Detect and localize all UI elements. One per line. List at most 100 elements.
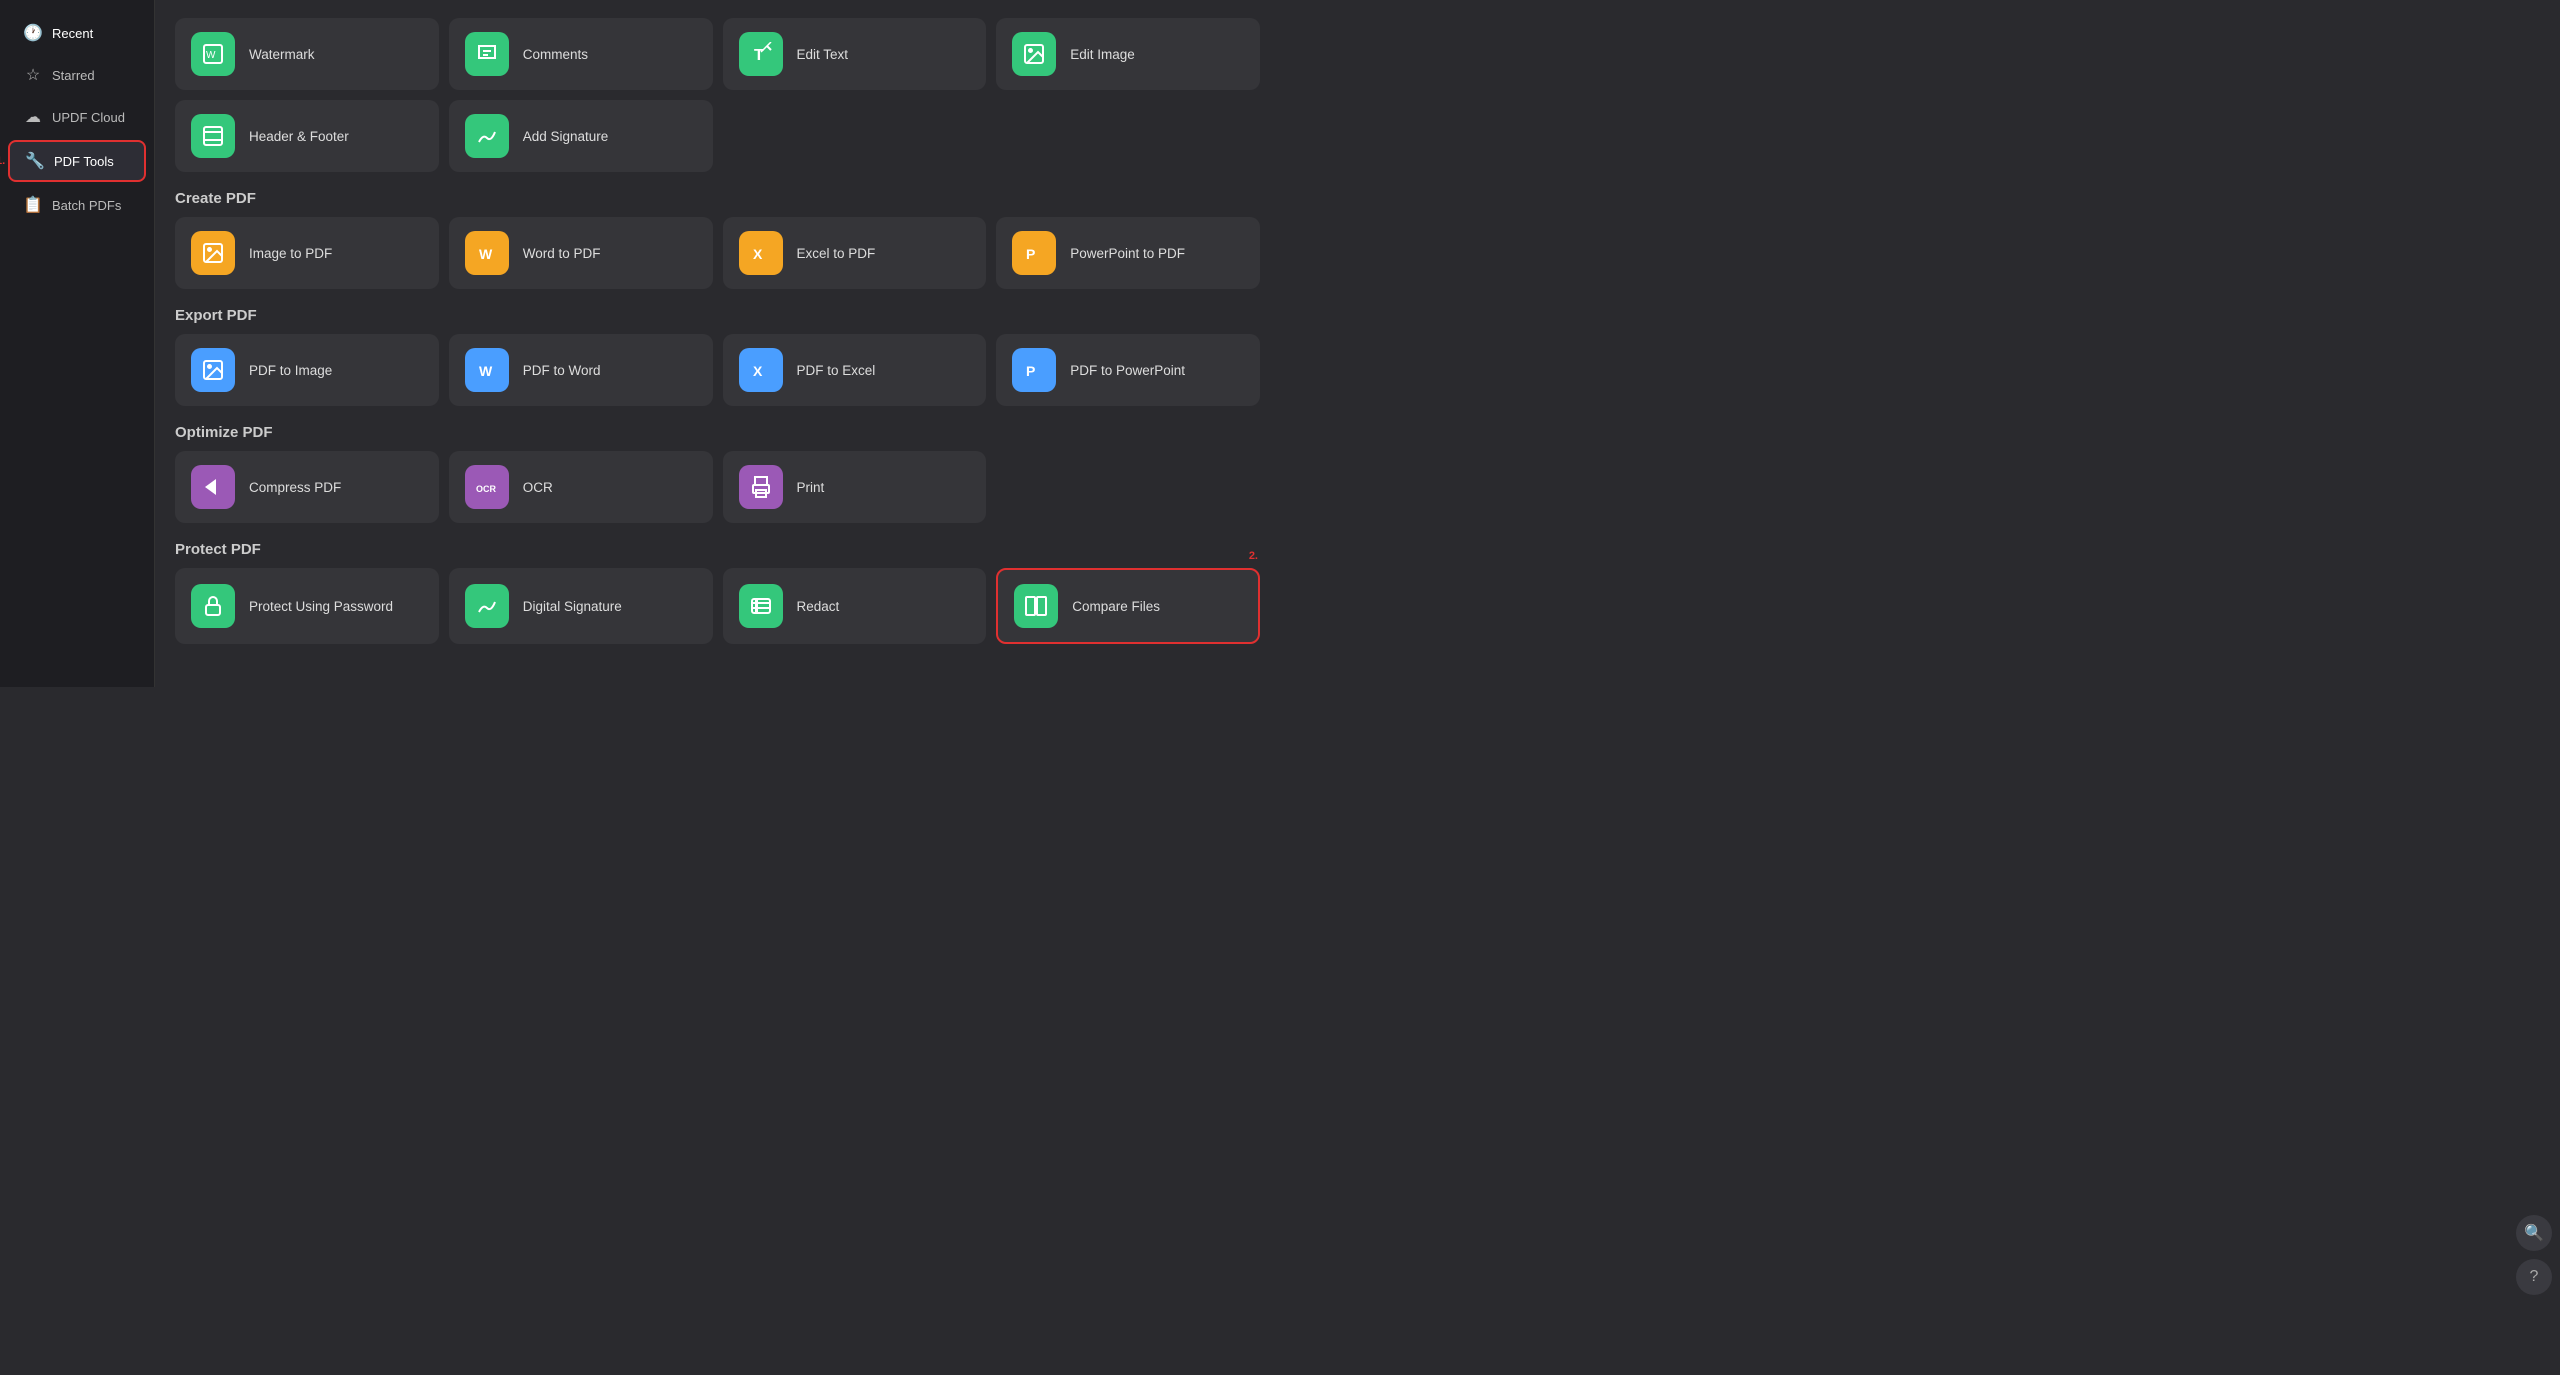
redact-label: Redact bbox=[797, 599, 840, 614]
pdf-to-word-icon: W bbox=[465, 348, 509, 392]
annotation-2-label: 2. bbox=[1249, 550, 1258, 562]
svg-text:P: P bbox=[1026, 246, 1035, 262]
svg-text:W: W bbox=[206, 50, 216, 61]
edit-pdf-grid: W Watermark Comments T Edit Text bbox=[175, 18, 1260, 90]
tool-comments[interactable]: Comments bbox=[449, 18, 713, 90]
floating-buttons: 🔍 ? bbox=[2516, 1215, 2552, 1295]
protect-pdf-grid: Protect Using Password Digital Signature… bbox=[175, 568, 1260, 644]
compress-pdf-label: Compress PDF bbox=[249, 480, 341, 495]
sidebar-item-updf-cloud[interactable]: ☁ UPDF Cloud bbox=[8, 98, 146, 136]
main-content: W Watermark Comments T Edit Text bbox=[155, 0, 1280, 687]
protect-password-label: Protect Using Password bbox=[249, 599, 393, 614]
sidebar-item-label: Starred bbox=[52, 68, 95, 83]
tool-compare-files[interactable]: Compare Files bbox=[996, 568, 1260, 644]
edit-image-label: Edit Image bbox=[1070, 47, 1135, 62]
svg-text:X: X bbox=[753, 363, 763, 379]
excel-to-pdf-icon: X bbox=[739, 231, 783, 275]
create-pdf-title: Create PDF bbox=[175, 190, 1260, 207]
svg-text:P: P bbox=[1026, 363, 1035, 379]
protect-password-icon bbox=[191, 584, 235, 628]
ppt-to-pdf-icon: P bbox=[1012, 231, 1056, 275]
sidebar-item-starred[interactable]: ☆ Starred bbox=[8, 56, 146, 94]
tool-pdf-to-ppt[interactable]: P PDF to PowerPoint bbox=[996, 334, 1260, 406]
sidebar-item-label: Batch PDFs bbox=[52, 198, 121, 213]
digital-signature-label: Digital Signature bbox=[523, 599, 622, 614]
tool-redact[interactable]: Redact bbox=[723, 568, 987, 644]
sidebar-item-recent[interactable]: 🕐 Recent bbox=[8, 14, 146, 52]
edit-text-label: Edit Text bbox=[797, 47, 849, 62]
pdf-to-image-icon bbox=[191, 348, 235, 392]
sidebar-item-pdf-tools[interactable]: 🔧 PDF Tools bbox=[8, 140, 146, 182]
excel-to-pdf-label: Excel to PDF bbox=[797, 246, 876, 261]
star-icon: ☆ bbox=[24, 66, 42, 84]
annotation-1-label: 1. bbox=[0, 155, 5, 167]
redact-icon bbox=[739, 584, 783, 628]
word-to-pdf-label: Word to PDF bbox=[523, 246, 601, 261]
compare-files-icon bbox=[1014, 584, 1058, 628]
pdf-to-image-label: PDF to Image bbox=[249, 363, 332, 378]
tool-excel-to-pdf[interactable]: X Excel to PDF bbox=[723, 217, 987, 289]
print-label: Print bbox=[797, 480, 825, 495]
pdf-to-excel-label: PDF to Excel bbox=[797, 363, 876, 378]
pdf-to-ppt-label: PDF to PowerPoint bbox=[1070, 363, 1185, 378]
tool-pdf-to-image[interactable]: PDF to Image bbox=[175, 334, 439, 406]
sidebar-item-batch-pdfs[interactable]: 📋 Batch PDFs bbox=[8, 186, 146, 224]
image-to-pdf-label: Image to PDF bbox=[249, 246, 332, 261]
tool-pdf-to-excel[interactable]: X PDF to Excel bbox=[723, 334, 987, 406]
comments-label: Comments bbox=[523, 47, 588, 62]
tool-ppt-to-pdf[interactable]: P PowerPoint to PDF bbox=[996, 217, 1260, 289]
pdf-to-word-label: PDF to Word bbox=[523, 363, 601, 378]
protect-pdf-title: Protect PDF bbox=[175, 541, 1260, 558]
add-signature-icon bbox=[465, 114, 509, 158]
comments-icon bbox=[465, 32, 509, 76]
header-footer-icon bbox=[191, 114, 235, 158]
pdf-to-excel-icon: X bbox=[739, 348, 783, 392]
watermark-icon: W bbox=[191, 32, 235, 76]
tool-digital-signature[interactable]: Digital Signature bbox=[449, 568, 713, 644]
help-float-button[interactable]: ? bbox=[2516, 1259, 2552, 1295]
compress-pdf-icon bbox=[191, 465, 235, 509]
edit-pdf-grid-2: Header & Footer Add Signature bbox=[175, 100, 1260, 172]
recent-icon: 🕐 bbox=[24, 24, 42, 42]
pdf-tools-icon: 🔧 bbox=[26, 152, 44, 170]
sidebar-item-label: PDF Tools bbox=[54, 154, 114, 169]
sidebar-item-label: Recent bbox=[52, 26, 93, 41]
tool-add-signature[interactable]: Add Signature bbox=[449, 100, 713, 172]
sidebar: 🕐 Recent ☆ Starred ☁ UPDF Cloud 1. 🔧 PDF… bbox=[0, 0, 155, 687]
digital-signature-icon bbox=[465, 584, 509, 628]
search-float-button[interactable]: 🔍 bbox=[2516, 1215, 2552, 1251]
word-to-pdf-icon: W bbox=[465, 231, 509, 275]
sidebar-item-label: UPDF Cloud bbox=[52, 110, 125, 125]
edit-text-icon: T bbox=[739, 32, 783, 76]
tool-header-footer[interactable]: Header & Footer bbox=[175, 100, 439, 172]
tool-image-to-pdf[interactable]: Image to PDF bbox=[175, 217, 439, 289]
export-pdf-grid: PDF to Image W PDF to Word X PDF to Exce… bbox=[175, 334, 1260, 406]
header-footer-label: Header & Footer bbox=[249, 129, 349, 144]
export-pdf-title: Export PDF bbox=[175, 307, 1260, 324]
tool-edit-text[interactable]: T Edit Text bbox=[723, 18, 987, 90]
tool-protect-password[interactable]: Protect Using Password bbox=[175, 568, 439, 644]
ppt-to-pdf-label: PowerPoint to PDF bbox=[1070, 246, 1185, 261]
tool-pdf-to-word[interactable]: W PDF to Word bbox=[449, 334, 713, 406]
add-signature-label: Add Signature bbox=[523, 129, 609, 144]
tool-word-to-pdf[interactable]: W Word to PDF bbox=[449, 217, 713, 289]
batch-pdfs-icon: 📋 bbox=[24, 196, 42, 214]
create-pdf-grid: Image to PDF W Word to PDF X Excel to PD… bbox=[175, 217, 1260, 289]
ocr-icon: OCR bbox=[465, 465, 509, 509]
tool-edit-image[interactable]: Edit Image bbox=[996, 18, 1260, 90]
optimize-pdf-grid: Compress PDF OCR OCR Print bbox=[175, 451, 1260, 523]
svg-text:W: W bbox=[479, 363, 493, 379]
edit-image-icon bbox=[1012, 32, 1056, 76]
svg-text:W: W bbox=[479, 246, 493, 262]
tool-print[interactable]: Print bbox=[723, 451, 987, 523]
image-to-pdf-icon bbox=[191, 231, 235, 275]
tool-watermark[interactable]: W Watermark bbox=[175, 18, 439, 90]
ocr-label: OCR bbox=[523, 480, 553, 495]
tool-compress-pdf[interactable]: Compress PDF bbox=[175, 451, 439, 523]
print-icon bbox=[739, 465, 783, 509]
cloud-icon: ☁ bbox=[24, 108, 42, 126]
tool-ocr[interactable]: OCR OCR bbox=[449, 451, 713, 523]
optimize-pdf-title: Optimize PDF bbox=[175, 424, 1260, 441]
compare-files-label: Compare Files bbox=[1072, 599, 1160, 614]
watermark-label: Watermark bbox=[249, 47, 315, 62]
